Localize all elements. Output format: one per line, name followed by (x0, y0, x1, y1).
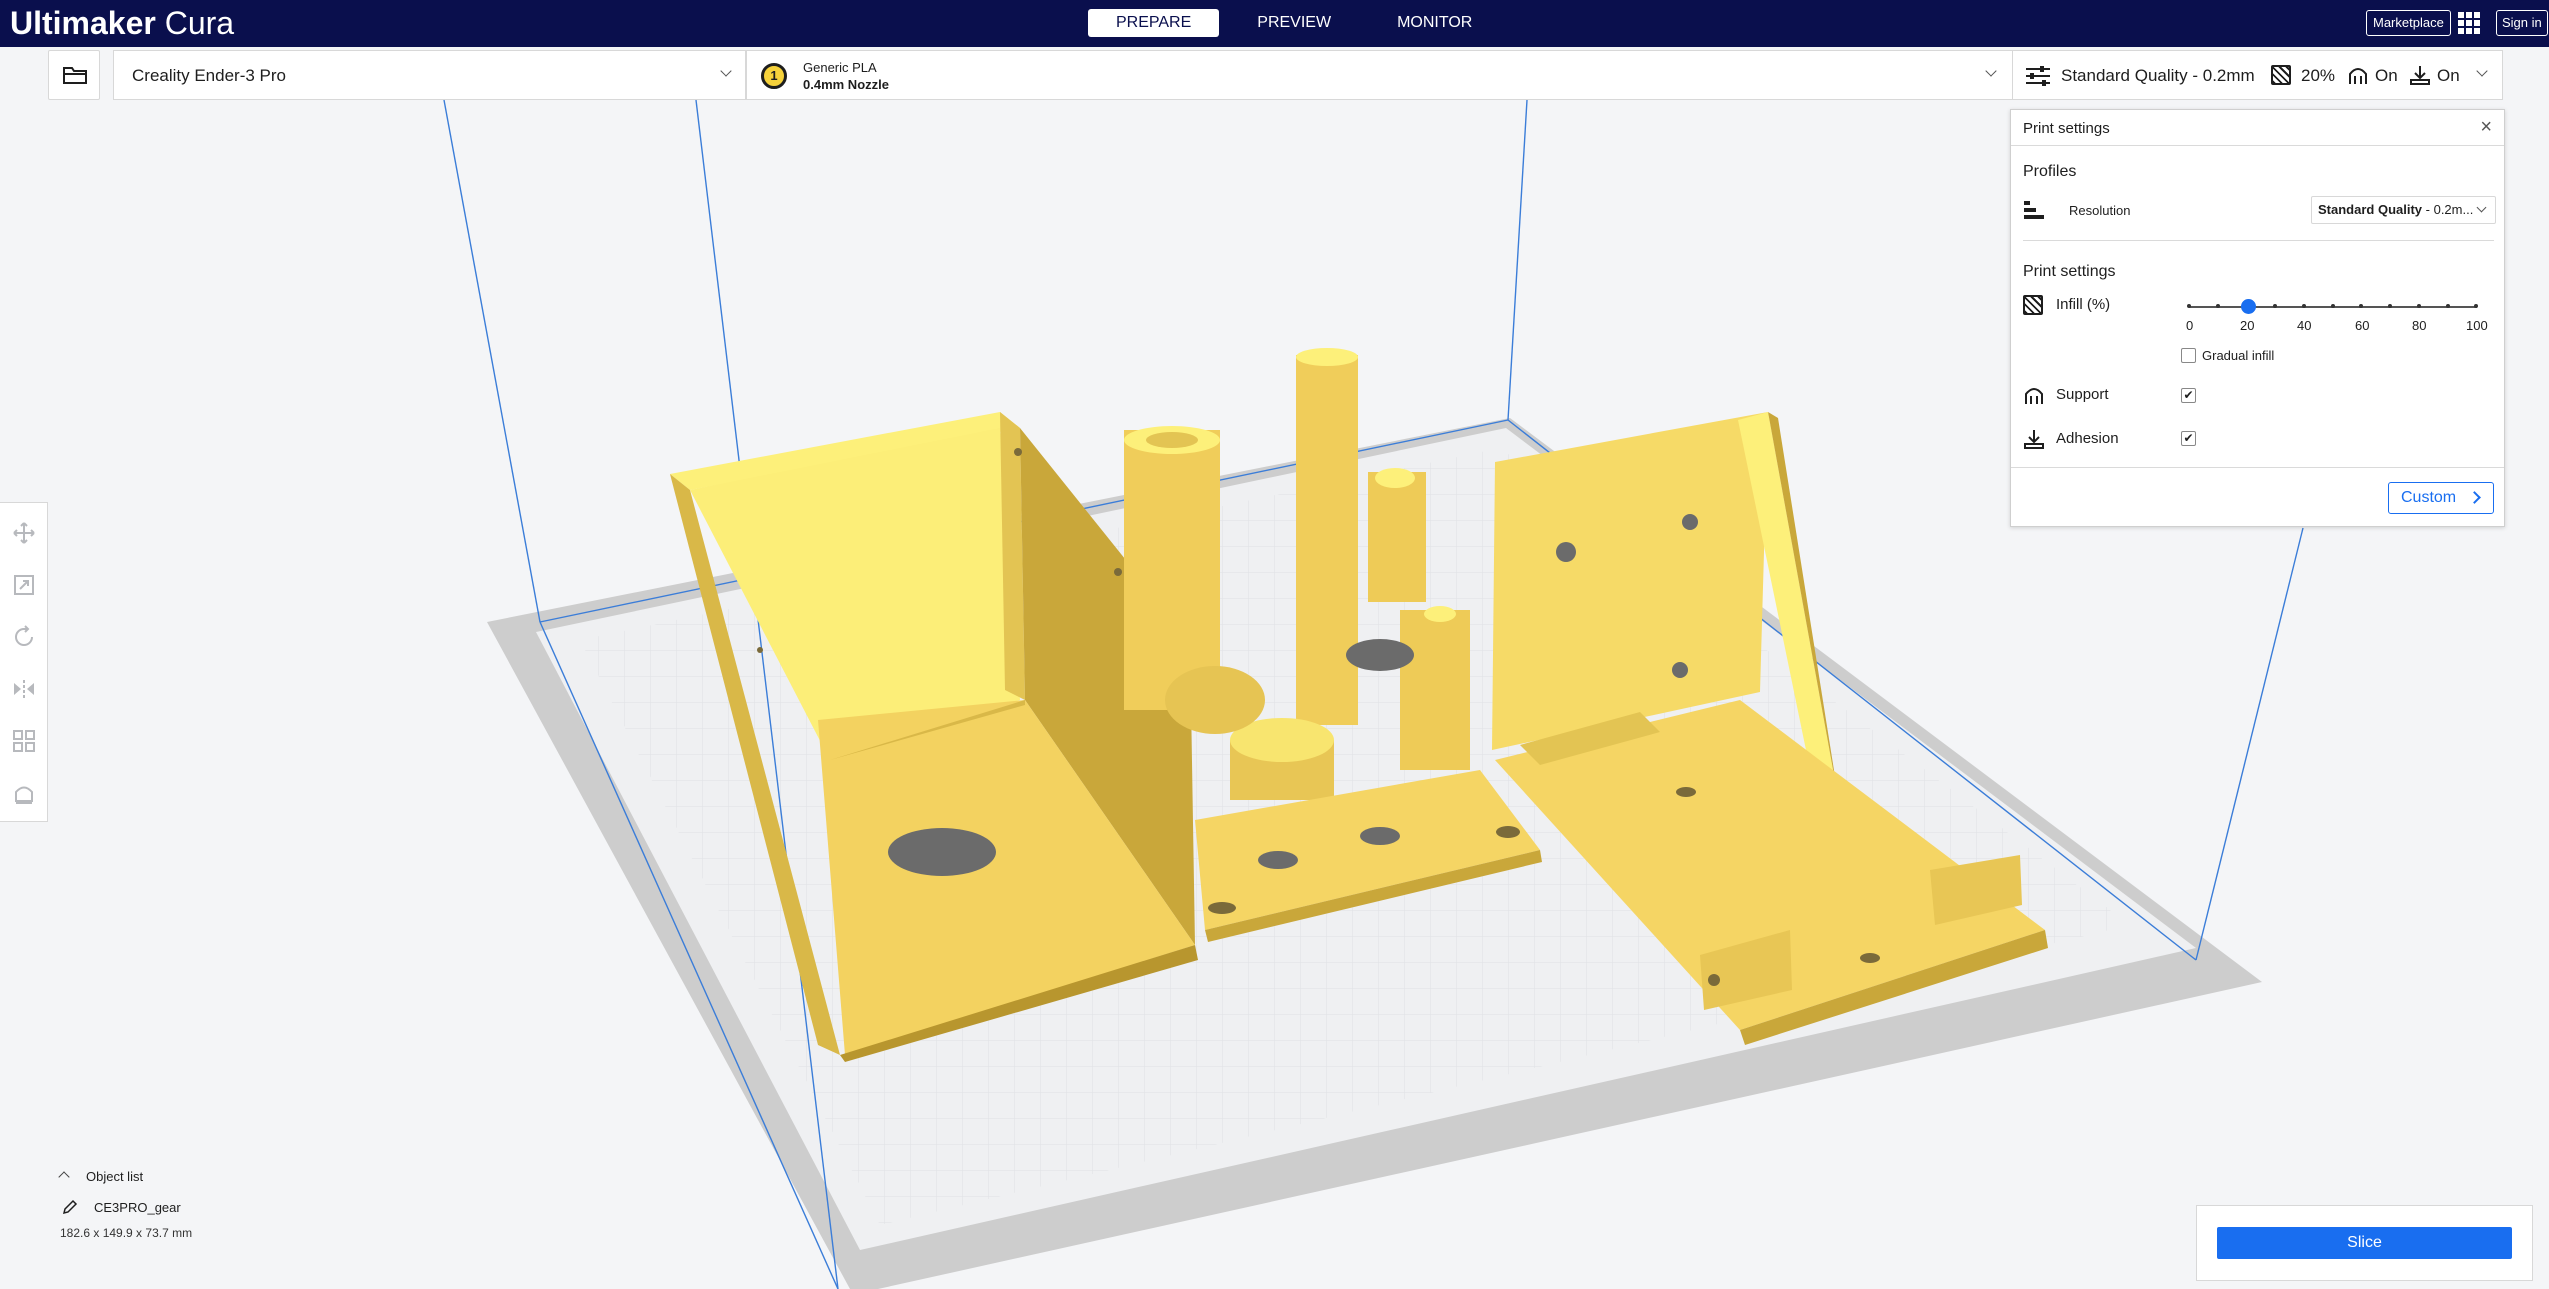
adhesion-icon (2410, 66, 2430, 85)
infill-slider-handle[interactable] (2241, 299, 2256, 314)
resolution-label: Resolution (2069, 203, 2131, 218)
mirror-icon[interactable] (12, 677, 36, 701)
resolution-icon (2024, 201, 2044, 219)
support-blocker-icon[interactable] (12, 781, 36, 805)
rotate-icon[interactable] (12, 625, 36, 649)
tick-label: 40 (2297, 318, 2312, 333)
printer-selector[interactable]: Creality Ender-3 Pro (113, 50, 746, 100)
custom-settings-button[interactable]: Custom (2388, 482, 2494, 514)
infill-icon (2271, 65, 2291, 85)
chevron-down-icon (2476, 65, 2488, 77)
folder-icon (63, 67, 87, 84)
tab-prepare[interactable]: PREPARE (1088, 9, 1220, 37)
tick-label: 20 (2240, 318, 2255, 333)
action-panel: Slice (2196, 1205, 2533, 1281)
object-name: CE3PRO_gear (94, 1200, 181, 1215)
object-dimensions: 182.6 x 149.9 x 73.7 mm (60, 1226, 193, 1240)
support-label: Support (2056, 386, 2109, 403)
nozzle-name: 0.4mm Nozzle (803, 77, 889, 92)
infill-icon (2023, 295, 2043, 315)
extruder-badge: 1 (761, 63, 787, 89)
panel-title: Print settings (2023, 120, 2110, 137)
adhesion-label: Adhesion (2056, 430, 2119, 447)
tool-panel (0, 502, 48, 822)
scale-icon[interactable] (12, 573, 36, 597)
profiles-heading: Profiles (2023, 163, 2077, 180)
tab-monitor[interactable]: MONITOR (1369, 9, 1500, 37)
adhesion-checkbox[interactable]: ✔ (2181, 431, 2196, 446)
infill-slider-track[interactable] (2187, 304, 2478, 308)
quality-summary: Standard Quality - 0.2mm (2061, 66, 2255, 85)
support-checkbox[interactable]: ✔ (2181, 388, 2196, 403)
per-model-settings-icon[interactable] (12, 729, 36, 753)
divider (2011, 467, 2504, 468)
chevron-down-icon (1985, 65, 1997, 77)
infill-label: Infill (%) (2056, 296, 2111, 313)
tick-label: 80 (2412, 318, 2427, 333)
settings-heading: Print settings (2023, 263, 2116, 280)
pencil-icon[interactable] (62, 1199, 78, 1215)
gradual-infill-label: Gradual infill (2202, 348, 2275, 363)
object-list-toggle[interactable]: Object list (86, 1169, 143, 1184)
printer-name: Creality Ender-3 Pro (132, 66, 287, 85)
resolution-dropdown[interactable]: Standard Quality - 0.2m... (2311, 196, 2496, 224)
chevron-right-icon (2468, 491, 2481, 504)
move-icon[interactable] (12, 521, 36, 545)
close-icon[interactable]: × (2480, 116, 2492, 139)
applications-grid-icon[interactable] (2458, 12, 2480, 34)
infill-summary: 20% (2301, 66, 2336, 85)
tick-label: 0 (2186, 318, 2194, 333)
support-icon (2349, 68, 2367, 84)
stage-tabs: PREPARE PREVIEW MONITOR (1088, 9, 1500, 37)
slice-button[interactable]: Slice (2217, 1227, 2512, 1259)
gradual-infill-checkbox[interactable] (2181, 348, 2196, 363)
support-summary: On (2375, 66, 2398, 85)
sign-in-button[interactable]: Sign in (2496, 10, 2548, 36)
chevron-down-icon (2476, 202, 2487, 213)
marketplace-button[interactable]: Marketplace (2366, 10, 2451, 36)
infill-slider-scale: 0 20 40 60 80 100 (2179, 318, 2489, 334)
adhesion-summary: On (2437, 66, 2460, 85)
panel-header: Print settings × (2011, 110, 2504, 146)
tick-label: 60 (2355, 318, 2370, 333)
sliders-icon (2026, 66, 2050, 86)
model-tube-tall (1296, 348, 1358, 725)
open-file-button[interactable] (48, 50, 100, 100)
divider (2023, 240, 2494, 241)
tab-preview[interactable]: PREVIEW (1229, 9, 1359, 37)
tick-label: 100 (2466, 318, 2488, 333)
adhesion-icon (2024, 430, 2044, 449)
chevron-down-icon (720, 65, 732, 77)
print-settings-summary[interactable]: Standard Quality - 0.2mm 20% On On (2013, 50, 2503, 100)
app-logo: Ultimaker Cura (10, 5, 235, 41)
print-settings-panel: Print settings × Profiles Resolution Sta… (2010, 109, 2505, 527)
material-name: Generic PLA (803, 60, 877, 75)
support-icon (2025, 388, 2043, 404)
material-selector[interactable]: 1 Generic PLA 0.4mm Nozzle (746, 50, 2013, 100)
header-bar: Ultimaker Cura PREPARE PREVIEW MONITOR M… (0, 0, 2549, 47)
